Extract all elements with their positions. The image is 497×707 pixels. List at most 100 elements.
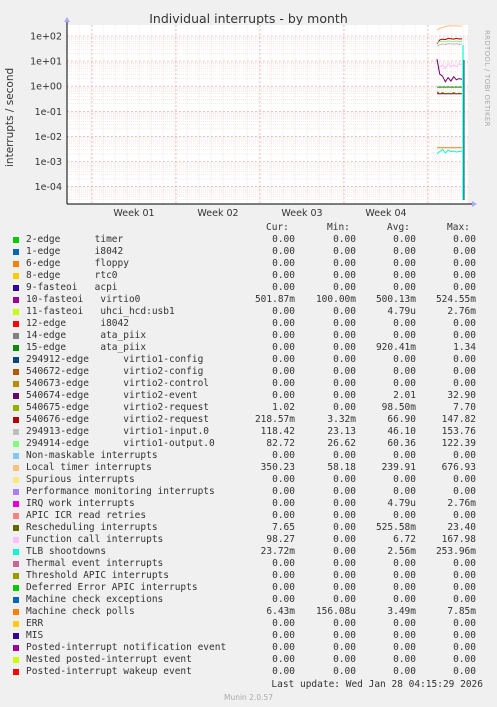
col-min: Min: xyxy=(327,222,350,233)
legend-min: 0.00 xyxy=(333,534,356,545)
legend-row: Threshold APIC interrupts 0.00 0.00 0.00 0.0… xyxy=(12,570,492,582)
legend-label: 294914-edge virtio1-output.0 xyxy=(26,438,215,449)
legend-row: 294914-edge virtio1-output.0 82.72 26.62 60… xyxy=(12,438,492,450)
legend-min: 0.00 xyxy=(333,378,356,389)
legend-label: 2-edge timer xyxy=(26,234,124,245)
legend-cur: 98.27 xyxy=(266,534,295,545)
legend-row: Machine check polls 6.43m 156.08u 3.49m 7.85… xyxy=(12,606,492,618)
legend-max: 0.00 xyxy=(453,630,476,641)
legend-label: 1-edge i8042 xyxy=(26,246,124,257)
legend-label: 11-fasteoi uhci_hcd:usb1 xyxy=(26,306,175,317)
legend-cur: 0.00 xyxy=(272,270,295,281)
legend-cur: 0.00 xyxy=(272,594,295,605)
legend-label: Machine check polls xyxy=(26,606,135,617)
legend-label: Posted-interrupt notification event xyxy=(26,642,227,653)
legend-cur: 0.00 xyxy=(272,366,295,377)
legend-swatch xyxy=(13,537,19,543)
legend-max: 0.00 xyxy=(453,618,476,629)
legend-avg: 0.00 xyxy=(393,234,416,245)
legend-avg: 0.00 xyxy=(393,666,416,677)
legend-min: 0.00 xyxy=(333,642,356,653)
legend-row: Deferred Error APIC interrupts 0.00 0.00 0.… xyxy=(12,582,492,594)
legend-label: TLB shootdowns xyxy=(26,546,107,557)
legend-label: Threshold APIC interrupts xyxy=(26,570,169,581)
legend-max: 0.00 xyxy=(453,246,476,257)
legend-cur: 0.00 xyxy=(272,318,295,329)
legend-row: 6-edge floppy 0.00 0.00 0.00 0.00 xyxy=(12,258,492,270)
legend-label: 540675-edge virtio2-request xyxy=(26,402,210,413)
legend-swatch xyxy=(13,501,19,507)
y-axis-arrow xyxy=(64,17,70,22)
x-tick-label: Week 01 xyxy=(113,208,154,219)
legend-label: 540672-edge virtio2-config xyxy=(26,366,204,377)
legend-swatch xyxy=(13,417,19,423)
legend-avg: 0.00 xyxy=(393,630,416,641)
legend-cur: 82.72 xyxy=(266,438,295,449)
col-cur: Cur: xyxy=(266,222,289,233)
legend-cur: 0.00 xyxy=(272,450,295,461)
legend-cur: 0.00 xyxy=(272,390,295,401)
legend-swatch xyxy=(13,573,19,579)
legend-max: 0.00 xyxy=(453,450,476,461)
legend-min: 0.00 xyxy=(333,594,356,605)
legend-min: 0.00 xyxy=(333,330,356,341)
legend-label: APIC ICR read retries xyxy=(26,510,147,521)
legend-min: 3.32m xyxy=(327,414,356,425)
legend-avg: 4.79u xyxy=(387,306,416,317)
legend-cur: 7.65 xyxy=(272,522,295,533)
legend-swatch xyxy=(13,549,19,555)
legend-min: 0.00 xyxy=(333,354,356,365)
legend-swatch xyxy=(13,585,19,591)
legend-label: Non-maskable interrupts xyxy=(26,450,158,461)
legend-label: 10-fasteoi virtio0 xyxy=(26,294,141,305)
legend-avg: 239.91 xyxy=(381,462,416,473)
legend-max: 0.00 xyxy=(453,258,476,269)
legend-avg: 2.56m xyxy=(387,546,416,557)
legend-swatch xyxy=(13,609,19,615)
legend-min: 0.00 xyxy=(333,306,356,317)
legend-swatch xyxy=(13,369,19,375)
legend-swatch xyxy=(13,657,19,663)
legend-cur: 0.00 xyxy=(272,306,295,317)
legend-label: 14-edge ata_piix xyxy=(26,330,147,341)
legend-avg: 3.49m xyxy=(387,606,416,617)
legend-label: 9-fasteoi acpi xyxy=(26,282,118,293)
legend-swatch xyxy=(13,525,19,531)
legend-max: 23.40 xyxy=(447,522,476,533)
legend-swatch xyxy=(13,345,19,351)
legend-min: 0.00 xyxy=(333,498,356,509)
legend-min: 0.00 xyxy=(333,474,356,485)
legend-max: 167.98 xyxy=(441,534,476,545)
legend-cur: 0.00 xyxy=(272,654,295,665)
legend-avg: 0.00 xyxy=(393,330,416,341)
legend-cur: 0.00 xyxy=(272,342,295,353)
legend-swatch xyxy=(13,273,19,279)
legend-avg: 0.00 xyxy=(393,270,416,281)
legend-max: 2.76m xyxy=(447,306,476,317)
legend-cur: 0.00 xyxy=(272,258,295,269)
legend-cur: 0.00 xyxy=(272,354,295,365)
legend-max: 147.82 xyxy=(441,414,476,425)
legend-label: 294912-edge virtio1-config xyxy=(26,354,204,365)
legend-swatch xyxy=(13,561,19,567)
legend-avg: 98.50m xyxy=(381,402,416,413)
legend-swatch xyxy=(13,669,19,675)
legend-row: MIS 0.00 0.00 0.00 0.00 xyxy=(12,630,492,642)
legend-row: 9-fasteoi acpi 0.00 0.00 0.00 0.00 xyxy=(12,282,492,294)
legend-max: 153.76 xyxy=(441,426,476,437)
legend-label: Function call interrupts xyxy=(26,534,164,545)
legend-avg: 0.00 xyxy=(393,618,416,629)
y-tick-label: 1e+00 xyxy=(30,82,62,93)
legend-swatch xyxy=(13,261,19,267)
legend-avg: 0.00 xyxy=(393,258,416,269)
legend-row: 8-edge rtc0 0.00 0.00 0.00 0.00 xyxy=(12,270,492,282)
legend: 2-edge timer 0.00 0.00 0.00 0.00 1-edge i8042… xyxy=(12,234,492,678)
legend-row: Local timer interrupts 350.23 58.18 239.91 6… xyxy=(12,462,492,474)
legend-swatch xyxy=(13,477,19,483)
legend-cur: 0.00 xyxy=(272,510,295,521)
legend-cur: 0.00 xyxy=(272,630,295,641)
legend-row: TLB shootdowns 23.72m 0.00 2.56m 253.96m xyxy=(12,546,492,558)
legend-swatch xyxy=(13,441,19,447)
legend-max: 0.00 xyxy=(453,378,476,389)
legend-label: Performance monitoring interrupts xyxy=(26,486,215,497)
